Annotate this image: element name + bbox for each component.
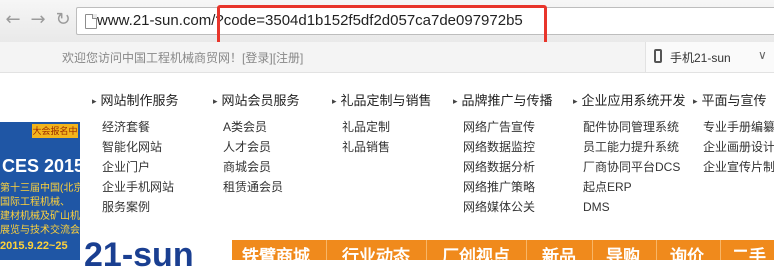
back-arrow-icon[interactable]: ← — [2, 9, 24, 31]
url-host: www.21-sun.com/ — [97, 12, 216, 29]
phone-icon — [654, 49, 662, 63]
site-logo[interactable]: 21-sun — [84, 238, 194, 272]
menu-column-title[interactable]: ▸ 企业应用系统开发 — [573, 90, 686, 109]
menu-item[interactable]: 经济套餐 — [102, 117, 179, 137]
menu-item[interactable]: 网络推广策略 — [463, 177, 553, 197]
welcome-text: 欢迎您访问中国工程机械商贸网！[登录][注册] — [62, 49, 303, 66]
menu-item[interactable]: 配件协同管理系统 — [583, 117, 686, 137]
main-nav-item[interactable]: 铁臂商城 — [242, 242, 310, 260]
menu-item[interactable]: 企业宣传片制作 — [703, 157, 774, 177]
menu-item[interactable]: 智能化网站 — [102, 137, 179, 157]
menu-item[interactable]: 网络数据分析 — [463, 157, 553, 177]
menu-item[interactable]: 起点ERP — [583, 177, 686, 197]
mobile-site-dropdown[interactable]: 手机21-sun ∨ — [645, 42, 774, 72]
menu-item[interactable]: 网络数据监控 — [463, 137, 553, 157]
menu-column-title[interactable]: ▸ 网站制作服务 — [92, 90, 179, 109]
main-nav-item[interactable]: 询价 — [670, 242, 704, 260]
menu-item[interactable]: 企业门户 — [102, 157, 179, 177]
menu-column-website: ▸ 网站制作服务 经济套餐 智能化网站 企业门户 企业手机网站 服务案例 — [92, 90, 179, 217]
triangle-right-icon: ▸ — [693, 96, 698, 106]
menu-item[interactable]: 商城会员 — [223, 157, 300, 177]
menu-item[interactable]: 企业手机网站 — [102, 177, 179, 197]
main-nav-divider — [326, 240, 327, 260]
triangle-right-icon: ▸ — [453, 96, 458, 106]
ad-line: 第十三届中国(北京) — [0, 183, 80, 194]
menu-column-title[interactable]: ▸ 平面与宣传 — [693, 90, 774, 109]
main-nav-item[interactable]: 二手 — [732, 242, 766, 260]
menu-item[interactable]: A类会员 — [223, 117, 300, 137]
triangle-right-icon: ▸ — [332, 96, 337, 106]
menu-item[interactable]: 租赁通会员 — [223, 177, 300, 197]
top-info-bar: 欢迎您访问中国工程机械商贸网！[登录][注册] 手机21-sun ∨ — [0, 42, 774, 73]
url-highlight-annotation — [217, 5, 547, 47]
menu-item[interactable]: 服务案例 — [102, 197, 179, 217]
chevron-down-icon: ∨ — [758, 48, 767, 62]
menu-column-enterprise-apps: ▸ 企业应用系统开发 配件协同管理系统 员工能力提升系统 厂商协同平台DCS 起点… — [573, 90, 686, 217]
register-link[interactable]: [注册] — [273, 51, 304, 65]
main-nav-divider — [592, 240, 593, 260]
main-nav: 铁臂商城 行业动态 厂创视点 新品 导购 询价 二手 — [232, 240, 774, 260]
main-nav-divider — [720, 240, 721, 260]
triangle-right-icon: ▸ — [213, 96, 218, 106]
menu-item[interactable]: 礼品定制 — [342, 117, 432, 137]
forward-arrow-icon[interactable]: → — [27, 9, 49, 31]
reload-icon[interactable]: ↻ — [52, 9, 74, 31]
triangle-right-icon: ▸ — [573, 96, 578, 106]
main-nav-divider — [426, 240, 427, 260]
menu-item[interactable]: 专业手册编纂 — [703, 117, 774, 137]
services-menu: ▸ 网站制作服务 经济套餐 智能化网站 企业门户 企业手机网站 服务案例 ▸ 网站会… — [0, 90, 774, 230]
ad-line: 国际工程机械、 — [0, 197, 70, 208]
main-nav-divider — [526, 240, 527, 260]
menu-column-title[interactable]: ▸ 品牌推广与传播 — [453, 90, 553, 109]
expo-ad-banner[interactable]: 大会报名中 CES 2015 第十三届中国(北京) 国际工程机械、 建材机械及矿… — [0, 122, 80, 260]
mobile-site-label: 手机21-sun — [670, 51, 731, 65]
ad-title: CES 2015 — [2, 156, 80, 176]
welcome-message: 欢迎您访问中国工程机械商贸网！ — [62, 51, 243, 65]
menu-column-title[interactable]: ▸ 礼品定制与销售 — [332, 90, 432, 109]
main-nav-divider — [656, 240, 657, 260]
login-link[interactable]: [登录] — [242, 51, 273, 65]
ad-line: 展览与技术交流会 — [0, 225, 80, 236]
page-icon — [85, 14, 97, 29]
menu-column-title[interactable]: ▸ 网站会员服务 — [213, 90, 300, 109]
menu-item[interactable]: 员工能力提升系统 — [583, 137, 686, 157]
main-nav-item[interactable]: 行业动态 — [342, 242, 410, 260]
menu-column-print: ▸平面与宣传 专业手册编纂 企业画册设计 企业宣传片制作 — [693, 90, 774, 177]
main-nav-item[interactable]: 导购 — [606, 242, 640, 260]
menu-item[interactable]: 厂商协同平台DCS — [583, 157, 686, 177]
ad-line: 建材机械及矿山机械 — [0, 211, 80, 222]
menu-item[interactable]: 网络广告宣传 — [463, 117, 553, 137]
menu-item[interactable]: 网络媒体公关 — [463, 197, 553, 217]
menu-column-membership: ▸ 网站会员服务 A类会员 人才会员 商城会员 租赁通会员 — [213, 90, 300, 197]
ad-badge: 大会报名中 — [32, 124, 78, 138]
menu-column-gifts: ▸ 礼品定制与销售 礼品定制 礼品销售 — [332, 90, 432, 157]
menu-item[interactable]: DMS — [583, 197, 686, 217]
menu-item[interactable]: 礼品销售 — [342, 137, 432, 157]
menu-item[interactable]: 人才会员 — [223, 137, 300, 157]
triangle-right-icon: ▸ — [92, 96, 97, 106]
menu-column-branding: ▸ 品牌推广与传播 网络广告宣传 网络数据监控 网络数据分析 网络推广策略 网络媒… — [453, 90, 553, 217]
main-nav-item[interactable]: 新品 — [542, 242, 576, 260]
menu-item[interactable]: 企业画册设计 — [703, 137, 774, 157]
main-nav-item[interactable]: 厂创视点 — [442, 242, 510, 260]
ad-date: 2015.9.22~25 — [0, 240, 68, 252]
